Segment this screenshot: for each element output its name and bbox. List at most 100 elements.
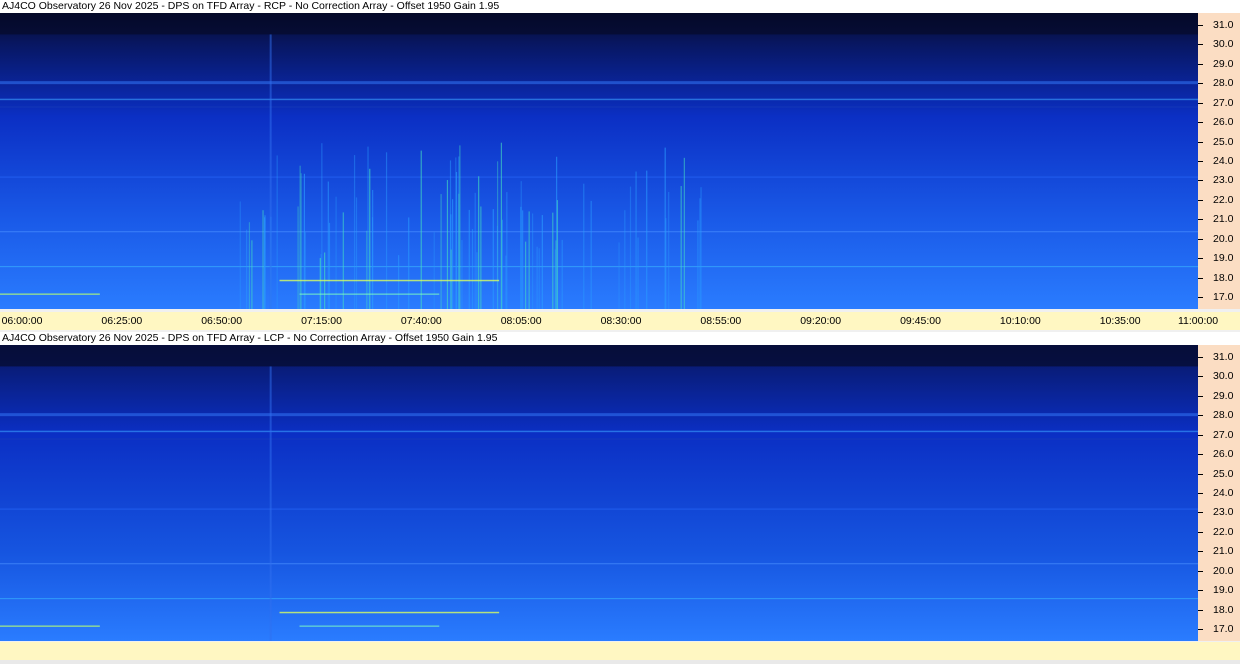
rcp-burst-34 [468,209,470,309]
rcp-burst-49 [555,240,557,309]
rcp-xtick-label: 08:05:00 [500,315,542,327]
rcp-burst-10 [408,217,410,309]
rcp-ytick-label: 18.0 [1213,271,1234,284]
rcp-ytick-label: 30.0 [1213,38,1234,51]
rcp-hot-line-3 [299,293,440,295]
lcp-ytick-label: 21.0 [1213,545,1234,558]
lcp-ytick-mark [1198,590,1203,592]
rcp-burst-80 [520,181,522,309]
lcp-ytick-label: 29.0 [1213,389,1234,402]
rcp-burst-33 [538,248,540,309]
rcp-burst-76 [264,217,266,309]
rcp-ytick-mark [1198,199,1203,201]
rcp-burst-25 [299,165,301,309]
rcp-burst-32 [618,242,620,309]
rcp-burst-43 [478,176,480,309]
rcp-burst-14 [262,210,264,309]
rcp-ytick-mark [1198,24,1203,26]
rcp-band-1 [0,81,1198,85]
rcp-hot-line-2 [0,293,100,295]
rcp-burst-69 [700,187,702,309]
rcp-burst-61 [496,225,499,309]
rcp-background [0,13,1198,309]
rcp-burst-77 [629,186,632,309]
lcp-ytick-mark [1198,356,1203,358]
rcp-hot-line-1 [279,279,500,282]
rcp-burst-37 [276,155,278,309]
rcp-burst-2 [522,210,524,309]
rcp-ytick-label: 26.0 [1213,116,1234,129]
lcp-ytick-mark [1198,629,1203,631]
rcp-burst-58 [458,193,460,309]
rcp-xtick-label: 10:10:00 [999,315,1041,327]
rcp-burst-81 [239,201,241,309]
lcp-spectrogram [0,345,1198,641]
rcp-burst-75 [665,218,667,309]
lcp-ytick-label: 25.0 [1213,467,1234,480]
lcp-ytick-label: 22.0 [1213,525,1234,538]
rcp-burst-83 [446,180,449,309]
lcp-ytick-mark [1198,531,1203,533]
rcp-xtick-label: 08:30:00 [600,315,642,327]
rcp-burst-51 [699,198,701,309]
rcp-burst-57 [398,255,400,309]
rcp-ytick-mark [1198,238,1203,240]
lcp-ytick-mark [1198,551,1203,553]
rcp-band-5 [0,266,1198,268]
lcp-ytick-label: 23.0 [1213,506,1234,519]
rcp-xtick-label: 07:15:00 [301,315,342,327]
rcp-burst-84 [319,258,321,309]
rcp-burst-59 [433,232,435,309]
rcp-burst-17 [366,230,368,309]
lcp-ytick-label: 27.0 [1213,428,1234,441]
rcp-ytick-mark [1198,297,1203,299]
lcp-ytick-label: 18.0 [1213,603,1234,616]
lcp-band-5 [0,598,1198,600]
lcp-ytick-label: 17.0 [1213,623,1234,636]
rcp-burst-68 [372,189,374,309]
lcp-ytick-label: 28.0 [1213,409,1234,422]
rcp-burst-55 [668,191,670,309]
rcp-ytick-label: 27.0 [1213,96,1234,109]
lcp-band-2 [0,438,1198,440]
rcp-burst-52 [327,181,329,309]
rcp-frequency-axis: 31.0 30.0 29.0 28.0 27.0 26.0 25.0 24.0 23.0 22.0… [1198,13,1240,309]
rcp-band-2 [0,106,1198,108]
rcp-xtick-label: 11:00:00 [1177,315,1219,327]
rcp-burst-53 [385,152,388,309]
window-bottom-edge [0,660,1240,664]
rcp-burst-67 [680,186,682,309]
rcp-ytick-mark [1198,277,1203,279]
lcp-ytick-mark [1198,493,1203,494]
rcp-burst-40 [492,209,494,309]
rcp-spectrogram [0,13,1198,309]
rcp-ytick-mark [1198,141,1203,143]
rcp-ytick-mark [1198,122,1203,124]
rcp-ytick-label: 31.0 [1213,18,1234,31]
rcp-burst-26 [251,240,253,309]
lcp-ytick-label: 19.0 [1213,584,1234,597]
rcp-burst-54 [637,237,639,309]
rcp-ytick-mark [1198,180,1203,182]
rcp-ytick-mark [1198,44,1203,46]
rcp-ytick-label: 19.0 [1213,252,1234,265]
lcp-band-0 [0,430,1198,433]
rcp-band-3 [0,176,1198,178]
rcp-ytick-mark [1198,102,1203,104]
lcp-ytick-mark [1198,415,1203,417]
rcp-burst-38 [328,222,331,309]
lcp-ytick-mark [1198,434,1203,436]
rcp-ytick-label: 20.0 [1213,232,1234,245]
lcp-ytick-mark [1198,473,1203,475]
rcp-burst-88 [525,241,527,309]
rcp-burst-22 [367,146,369,309]
rcp-burst-46 [552,212,554,309]
rcp-ytick-label: 22.0 [1213,193,1234,206]
lcp-frequency-axis: 31.0 30.0 29.0 28.0 27.0 26.0 25.0 24.0 23.0 22.0… [1198,345,1240,641]
rcp-burst-41 [556,200,559,309]
rcp-burst-1 [451,199,454,309]
rcp-burst-19 [683,157,685,309]
rcp-burst-47 [480,206,482,309]
rcp-burst-50 [335,196,337,309]
lcp-ytick-label: 20.0 [1213,564,1234,577]
